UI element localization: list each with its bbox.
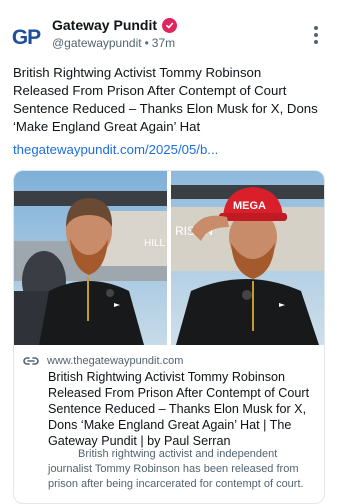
link-preview-card[interactable]: HILL MEGA www.thegatewaypundit.com Briti… xyxy=(13,170,325,504)
card-domain: www.thegatewaypundit.com xyxy=(47,355,184,367)
separator-dot: • xyxy=(144,36,149,50)
photo-left[interactable]: HILL xyxy=(14,171,167,345)
photo-right-image: RISON MEGA xyxy=(171,171,324,345)
checkmark-icon xyxy=(166,22,174,28)
card-domain-row: www.thegatewaypundit.com xyxy=(23,355,183,367)
photo-right[interactable]: RISON MEGA xyxy=(171,171,324,345)
avatar[interactable]: GP xyxy=(10,22,42,54)
post[interactable]: GP Gateway Pundit @gatewaypundit • 37m B… xyxy=(0,0,337,504)
author-handle-row: @gatewaypundit • 37m xyxy=(52,36,175,50)
more-vertical-icon[interactable] xyxy=(313,26,319,44)
card-photos[interactable]: HILL MEGA xyxy=(14,171,324,345)
verified-badge-icon xyxy=(162,17,178,33)
card-title[interactable]: British Rightwing Activist Tommy Robinso… xyxy=(48,369,316,449)
photo-left-image: HILL xyxy=(14,171,167,345)
post-text: British Rightwing Activist Tommy Robinso… xyxy=(13,65,318,134)
author-name-row: Gateway Pundit xyxy=(52,17,178,33)
avatar-logo: GP xyxy=(11,26,41,49)
display-name[interactable]: Gateway Pundit xyxy=(52,17,157,33)
author-handle[interactable]: @gatewaypundit xyxy=(52,36,142,50)
hat-text: MEGA xyxy=(233,200,266,212)
sign-text-left: HILL xyxy=(144,238,166,249)
card-description: British rightwing activist and independe… xyxy=(48,448,304,490)
link-icon xyxy=(23,357,39,365)
post-time[interactable]: 37m xyxy=(152,36,175,50)
post-link[interactable]: thegatewaypundit.com/2025/05/b... xyxy=(13,142,218,157)
